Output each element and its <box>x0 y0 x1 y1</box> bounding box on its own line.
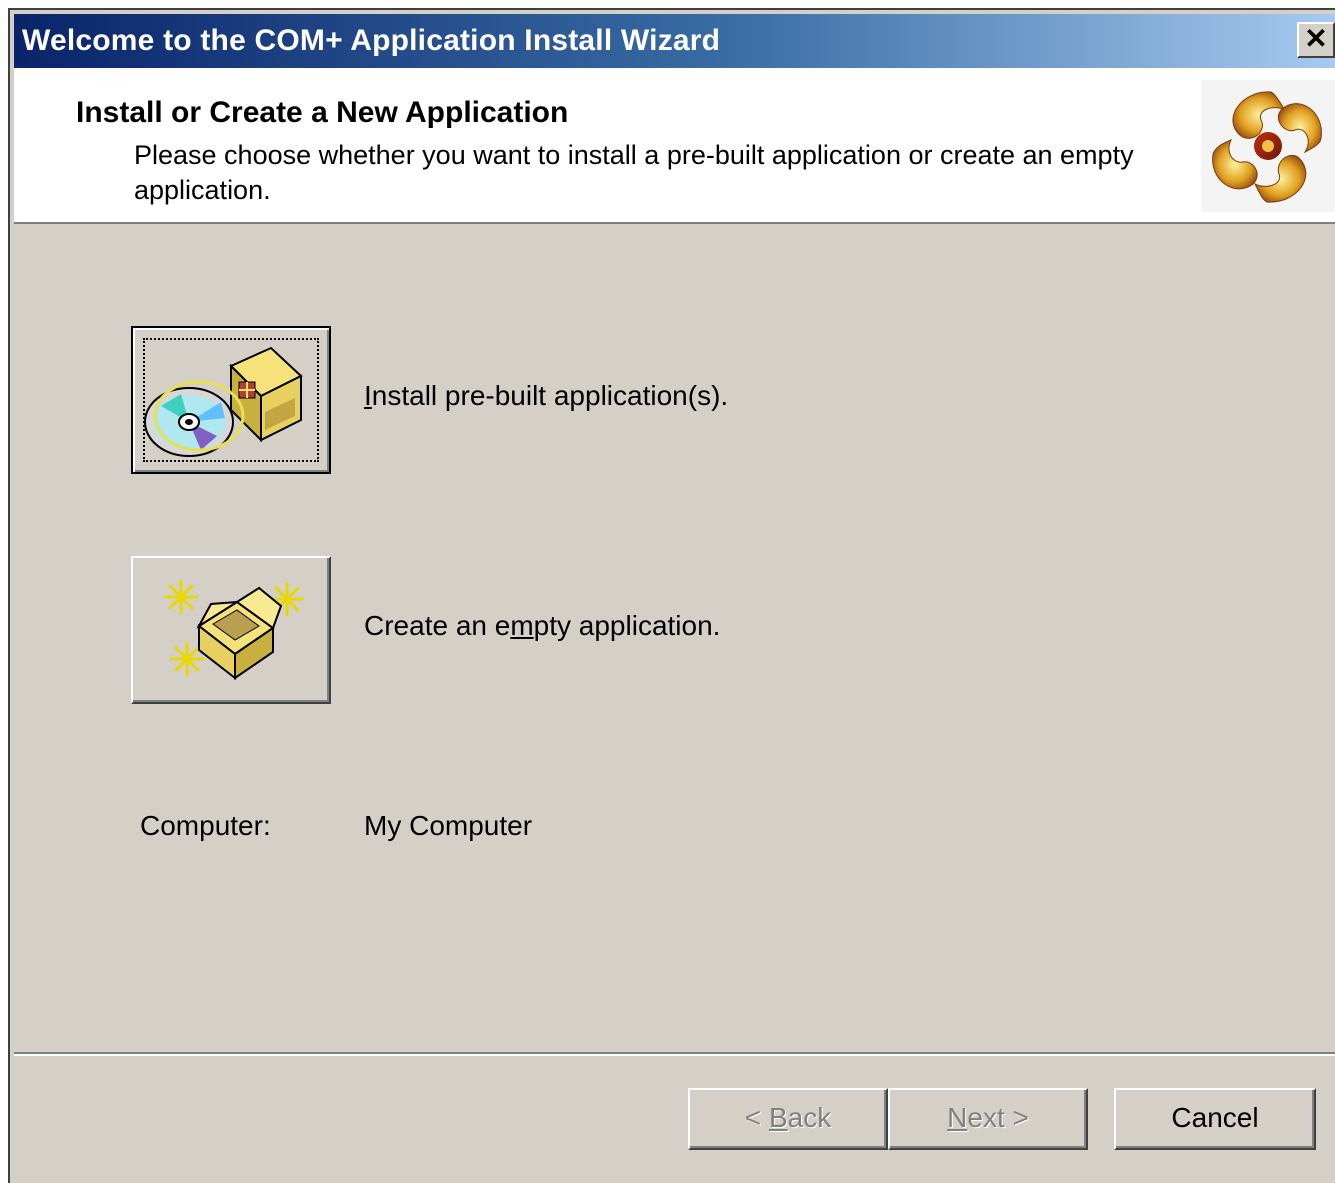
install-prebuilt-button[interactable] <box>131 326 331 474</box>
back-button[interactable]: < Back <box>688 1088 888 1150</box>
close-button[interactable]: ✕ <box>1297 22 1335 58</box>
header-description: Please choose whether you want to instal… <box>134 140 1134 205</box>
cancel-button[interactable]: Cancel <box>1114 1088 1316 1150</box>
header-title: Install or Create a New Application <box>76 96 569 129</box>
create-empty-button[interactable] <box>131 556 331 704</box>
next-button[interactable]: Next > <box>888 1088 1088 1150</box>
title-bar[interactable]: Welcome to the COM+ Application Install … <box>14 14 1335 68</box>
window-title: Welcome to the COM+ Application Install … <box>22 24 721 57</box>
computer-value: My Computer <box>364 810 533 841</box>
computer-label: Computer: <box>140 810 271 841</box>
empty-package-icon <box>164 580 304 681</box>
wizard-header: Install or Create a New Application Plea… <box>14 68 1335 224</box>
create-empty-label: Create an empty application. <box>364 610 721 641</box>
complus-logo-icon <box>1201 80 1335 212</box>
footer-separator-highlight <box>14 1054 1335 1056</box>
close-icon: ✕ <box>1304 23 1328 54</box>
cd-package-icon <box>144 346 303 457</box>
install-prebuilt-label: Install pre-built application(s). <box>364 380 729 411</box>
